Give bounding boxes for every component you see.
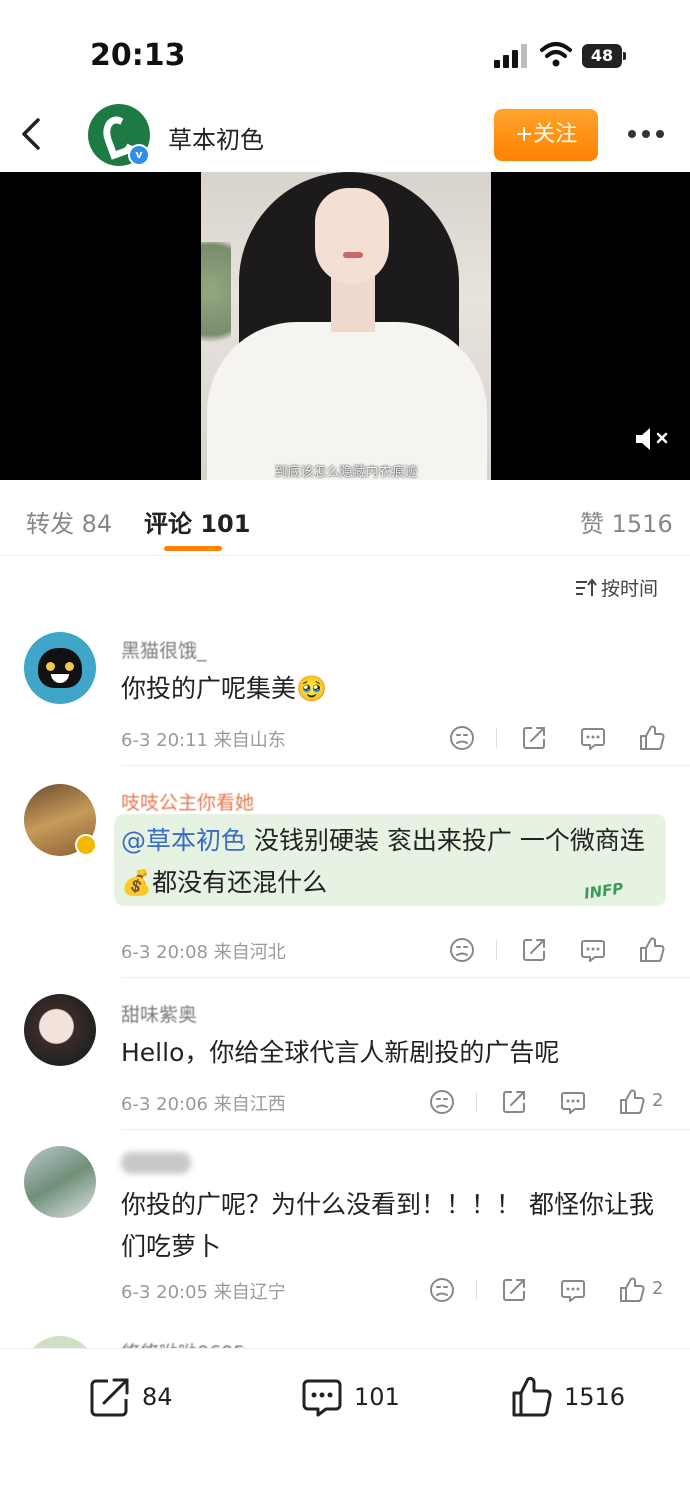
comment-count: 101	[354, 1383, 400, 1411]
share-icon[interactable]	[520, 724, 548, 752]
follow-button[interactable]: +关注	[494, 109, 598, 161]
video-subtitle: 到底该怎么隐藏内衣痕迹	[274, 465, 418, 480]
action-divider	[496, 940, 497, 960]
comment-actions	[446, 724, 676, 754]
comment-like-count: 2	[652, 1278, 664, 1299]
emoji-icon[interactable]	[448, 936, 476, 964]
avatar[interactable]	[24, 1146, 96, 1218]
share-icon[interactable]	[500, 1088, 528, 1116]
comment-username[interactable]: 黑猫很饿_	[121, 636, 207, 663]
comment-text: 你投的广呢？为什么没看到！！！！ 都怪你让我们吃萝卜	[121, 1190, 654, 1261]
action-divider	[476, 1280, 477, 1300]
avatar[interactable]	[24, 994, 96, 1066]
verified-icon	[75, 834, 97, 856]
comment-item: 悠悠呦呦0605	[0, 1334, 690, 1348]
avatar[interactable]	[24, 632, 96, 704]
comment-text: Hello，你给全球代言人新剧投的广告呢	[121, 1038, 560, 1067]
comment-username[interactable]: 吱吱公主你看她	[121, 788, 254, 815]
comment-meta: 6-3 20:06 来自江西	[121, 1094, 286, 1115]
comment-username[interactable]: 悠悠呦呦0605	[121, 1338, 245, 1348]
thumbs-up-icon[interactable]	[618, 1276, 646, 1304]
thumbs-up-icon[interactable]	[638, 936, 666, 964]
tab-comment[interactable]: 评论 101	[144, 504, 250, 539]
share-icon	[90, 1378, 129, 1417]
comment-meta: 6-3 20:11 来自山东	[121, 730, 286, 751]
share-icon[interactable]	[520, 936, 548, 964]
thumbs-up-icon[interactable]	[618, 1088, 646, 1116]
emoji-icon[interactable]	[448, 724, 476, 752]
avatar[interactable]	[24, 1336, 96, 1348]
mention-link[interactable]: @草本初色	[121, 826, 246, 855]
mute-icon[interactable]	[634, 424, 674, 454]
comment-text: 你投的广呢集美🥹	[121, 674, 328, 703]
emoji-icon[interactable]	[428, 1088, 456, 1116]
comment-icon	[302, 1379, 342, 1417]
status-time: 20:13	[90, 38, 186, 73]
emoji-icon[interactable]	[428, 1276, 456, 1304]
like-count: 1516	[564, 1383, 626, 1411]
share-icon[interactable]	[500, 1276, 528, 1304]
video-player[interactable]: 到底该怎么隐藏内衣痕迹	[0, 172, 690, 480]
comment-meta: 6-3 20:05 来自辽宁	[121, 1282, 286, 1303]
action-divider	[476, 1092, 477, 1112]
wifi-icon	[540, 42, 572, 67]
status-bar: 20:13 48	[0, 0, 690, 100]
comment-text: @草本初色 没钱别硬装 衮出来投广 一个微商连💰都没有还混什么	[121, 826, 645, 897]
verified-icon: v	[128, 144, 150, 166]
action-divider	[496, 728, 497, 748]
forward-count: 84	[142, 1383, 173, 1411]
thumbs-up-icon	[512, 1376, 552, 1417]
sort-button[interactable]: 按时间	[575, 574, 658, 600]
reply-icon[interactable]	[559, 1276, 587, 1304]
comment-actions: 2	[430, 1088, 676, 1118]
tab-forward[interactable]: 转发 84	[26, 504, 112, 539]
comment-username[interactable]: 甜味紫奥	[121, 1000, 197, 1027]
post-header: v 草本初色 +关注	[0, 100, 690, 172]
thumbs-up-icon[interactable]	[638, 724, 666, 752]
tab-indicator	[164, 546, 222, 551]
account-name[interactable]: 草本初色	[168, 120, 264, 155]
comment-actions: 2	[430, 1276, 676, 1306]
sort-icon	[576, 578, 597, 596]
reply-icon[interactable]	[559, 1088, 587, 1116]
comment-actions	[446, 936, 676, 966]
bottom-action-bar: 84 101 1516	[0, 1348, 690, 1500]
battery-level: 48	[582, 44, 622, 68]
back-icon[interactable]	[16, 114, 46, 154]
video-frame	[201, 172, 491, 480]
reply-icon[interactable]	[579, 936, 607, 964]
more-icon[interactable]	[626, 130, 666, 140]
comment-like-count: 2	[652, 1090, 664, 1111]
comment-username[interactable]	[121, 1152, 191, 1174]
comment-meta: 6-3 20:08 来自河北	[121, 942, 286, 963]
signal-icon	[494, 44, 528, 68]
reply-icon[interactable]	[579, 724, 607, 752]
tab-like[interactable]: 赞 1516	[580, 504, 673, 539]
tab-bar: 转发 84 评论 101 赞 1516	[0, 480, 690, 556]
battery-icon: 48	[582, 44, 626, 68]
